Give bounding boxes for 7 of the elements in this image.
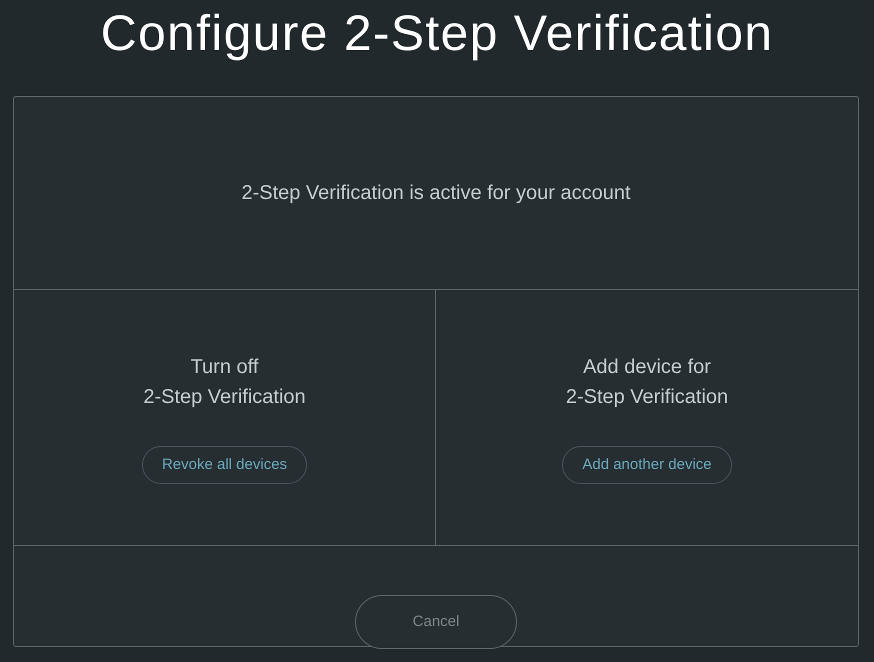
status-message: 2-Step Verification is active for your account <box>241 181 631 206</box>
option-button[interactable]: Revoke all devices <box>142 446 308 484</box>
option-heading: Add device for 2-Step Verification <box>566 355 728 410</box>
dialog-title: Configure 2-Step Verification <box>100 8 774 63</box>
option-heading: Turn off 2-Step Verification <box>143 355 306 410</box>
option-button[interactable]: Add another device <box>562 446 732 484</box>
cancel-button[interactable]: Cancel <box>355 595 517 649</box>
